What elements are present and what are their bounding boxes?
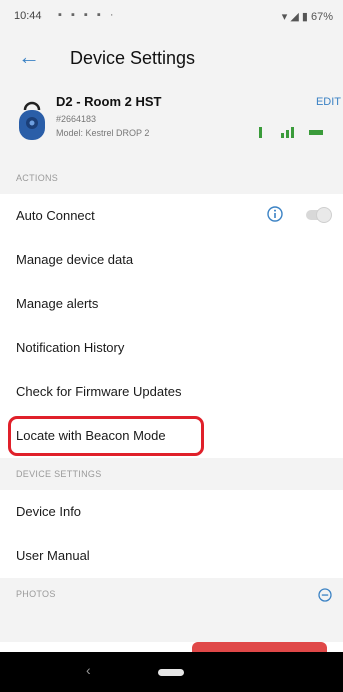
app-bar: ← Device Settings (0, 34, 343, 86)
manage-alerts-label: Manage alerts (16, 296, 99, 311)
user-manual-row[interactable]: User Manual (0, 534, 343, 579)
manage-device-data-row[interactable]: Manage device data (0, 238, 343, 283)
user-manual-label: User Manual (16, 548, 90, 563)
device-info-label: Device Info (16, 504, 82, 519)
device-header: D2 - Room 2 HST #2664183 Model: Kestrel … (0, 86, 343, 162)
nav-back-icon[interactable]: ‹ (86, 662, 91, 678)
device-model: Model: Kestrel DROP 2 (56, 128, 150, 138)
check-firmware-updates-label: Check for Firmware Updates (16, 384, 182, 399)
arrow-left-icon[interactable]: ← (18, 45, 40, 69)
page-title: Device Settings (70, 48, 196, 68)
battery-percent: 67% (310, 11, 333, 23)
auto-connect-label: Auto Connect (16, 208, 95, 223)
status-bar: 10:44 ▪ ▪ ▪ ▪ · ▾ ◢ ▮ 67% (0, 0, 343, 34)
nav-home-icon[interactable] (158, 669, 184, 676)
toggle-knob (316, 207, 332, 223)
signal-icon: ◢ (290, 11, 299, 23)
device-name: D2 - Room 2 HST (56, 94, 162, 109)
section-header-photos: PHOTOS (0, 578, 343, 642)
section-header-actions: ACTIONS (0, 162, 343, 194)
section-label: PHOTOS (16, 589, 56, 599)
manage-device-data-label: Manage device data (16, 252, 134, 267)
highlight-annotation (8, 416, 204, 456)
add-photo-icon[interactable] (318, 588, 332, 602)
device-info-row[interactable]: Device Info (0, 490, 343, 535)
auto-connect-toggle[interactable] (306, 207, 332, 223)
wifi-icon: ▾ (281, 11, 288, 23)
status-time: 10:44 (14, 10, 42, 22)
battery-icon: ▮ (301, 11, 308, 23)
edit-button[interactable]: EDIT (316, 96, 341, 108)
info-icon[interactable] (267, 206, 283, 222)
manage-alerts-row[interactable]: Manage alerts (0, 282, 343, 327)
notification-history-label: Notification History (16, 340, 125, 355)
notification-history-row[interactable]: Notification History (0, 326, 343, 371)
check-firmware-updates-row[interactable]: Check for Firmware Updates (0, 370, 343, 415)
status-right: ▾ ◢ ▮ 67% (282, 10, 333, 23)
kestrel-drop-device-icon (19, 101, 45, 140)
system-nav-bar: ‹ (0, 652, 343, 692)
auto-connect-row[interactable]: Auto Connect (0, 194, 343, 239)
signal-strength-icon (257, 126, 337, 138)
notification-icon: ▪ ▪ ▪ ▪ · (58, 9, 117, 21)
section-label: ACTIONS (16, 173, 59, 183)
device-serial: #2664183 (56, 114, 97, 124)
section-header-device-settings: DEVICE SETTINGS (0, 458, 343, 490)
section-label: DEVICE SETTINGS (16, 469, 102, 479)
